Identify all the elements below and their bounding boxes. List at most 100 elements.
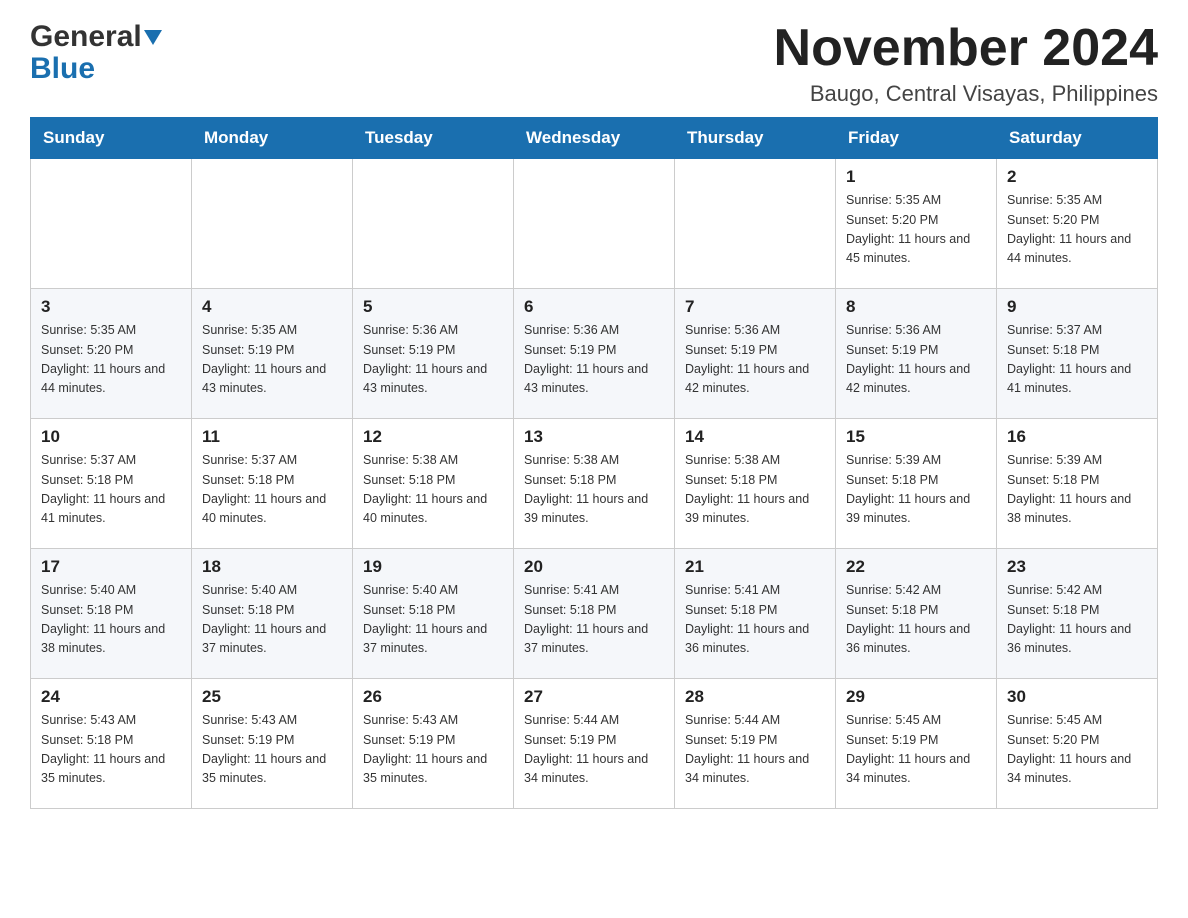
month-title: November 2024 xyxy=(774,20,1158,77)
day-info: Sunrise: 5:36 AMSunset: 5:19 PMDaylight:… xyxy=(685,321,825,399)
calendar-cell: 18 Sunrise: 5:40 AMSunset: 5:18 PMDayligh… xyxy=(192,549,353,679)
day-info: Sunrise: 5:43 AMSunset: 5:18 PMDaylight:… xyxy=(41,711,181,789)
day-info: Sunrise: 5:40 AMSunset: 5:18 PMDaylight:… xyxy=(363,581,503,659)
day-info: Sunrise: 5:36 AMSunset: 5:19 PMDaylight:… xyxy=(846,321,986,399)
day-number: 11 xyxy=(202,427,342,447)
day-info: Sunrise: 5:38 AMSunset: 5:18 PMDaylight:… xyxy=(685,451,825,529)
day-number: 16 xyxy=(1007,427,1147,447)
day-info: Sunrise: 5:35 AMSunset: 5:20 PMDaylight:… xyxy=(1007,191,1147,269)
day-info: Sunrise: 5:43 AMSunset: 5:19 PMDaylight:… xyxy=(363,711,503,789)
weekday-header-saturday: Saturday xyxy=(997,118,1158,159)
calendar-cell: 12 Sunrise: 5:38 AMSunset: 5:18 PMDayligh… xyxy=(353,419,514,549)
logo-arrow-icon xyxy=(144,30,162,45)
day-info: Sunrise: 5:38 AMSunset: 5:18 PMDaylight:… xyxy=(363,451,503,529)
calendar-cell: 27 Sunrise: 5:44 AMSunset: 5:19 PMDayligh… xyxy=(514,679,675,809)
calendar-cell xyxy=(514,159,675,289)
calendar-week-row: 10 Sunrise: 5:37 AMSunset: 5:18 PMDayligh… xyxy=(31,419,1158,549)
weekday-header-friday: Friday xyxy=(836,118,997,159)
day-info: Sunrise: 5:40 AMSunset: 5:18 PMDaylight:… xyxy=(202,581,342,659)
day-number: 2 xyxy=(1007,167,1147,187)
day-number: 25 xyxy=(202,687,342,707)
calendar-week-row: 24 Sunrise: 5:43 AMSunset: 5:18 PMDayligh… xyxy=(31,679,1158,809)
day-info: Sunrise: 5:36 AMSunset: 5:19 PMDaylight:… xyxy=(524,321,664,399)
calendar-cell: 17 Sunrise: 5:40 AMSunset: 5:18 PMDayligh… xyxy=(31,549,192,679)
day-number: 23 xyxy=(1007,557,1147,577)
day-number: 29 xyxy=(846,687,986,707)
calendar-cell: 5Sunrise: 5:36 AMSunset: 5:19 PMDaylight… xyxy=(353,289,514,419)
day-number: 15 xyxy=(846,427,986,447)
calendar-cell: 30 Sunrise: 5:45 AMSunset: 5:20 PMDayligh… xyxy=(997,679,1158,809)
day-info: Sunrise: 5:37 AMSunset: 5:18 PMDaylight:… xyxy=(202,451,342,529)
day-info: Sunrise: 5:40 AMSunset: 5:18 PMDaylight:… xyxy=(41,581,181,659)
calendar-cell: 19 Sunrise: 5:40 AMSunset: 5:18 PMDayligh… xyxy=(353,549,514,679)
page-header: General Blue November 2024 Baugo, Centra… xyxy=(30,20,1158,107)
calendar-cell: 29 Sunrise: 5:45 AMSunset: 5:19 PMDayligh… xyxy=(836,679,997,809)
day-number: 27 xyxy=(524,687,664,707)
day-number: 4 xyxy=(202,297,342,317)
calendar-cell: 22 Sunrise: 5:42 AMSunset: 5:18 PMDayligh… xyxy=(836,549,997,679)
calendar-table: SundayMondayTuesdayWednesdayThursdayFrid… xyxy=(30,117,1158,809)
calendar-cell xyxy=(31,159,192,289)
calendar-week-row: 17 Sunrise: 5:40 AMSunset: 5:18 PMDayligh… xyxy=(31,549,1158,679)
location-title: Baugo, Central Visayas, Philippines xyxy=(774,81,1158,107)
calendar-cell: 26 Sunrise: 5:43 AMSunset: 5:19 PMDayligh… xyxy=(353,679,514,809)
weekday-header-monday: Monday xyxy=(192,118,353,159)
calendar-week-row: 3Sunrise: 5:35 AMSunset: 5:20 PMDaylight… xyxy=(31,289,1158,419)
calendar-cell: 11 Sunrise: 5:37 AMSunset: 5:18 PMDayligh… xyxy=(192,419,353,549)
day-info: Sunrise: 5:35 AMSunset: 5:20 PMDaylight:… xyxy=(846,191,986,269)
calendar-week-row: 1 Sunrise: 5:35 AMSunset: 5:20 PMDaylight… xyxy=(31,159,1158,289)
weekday-header-sunday: Sunday xyxy=(31,118,192,159)
day-number: 6 xyxy=(524,297,664,317)
weekday-header-tuesday: Tuesday xyxy=(353,118,514,159)
weekday-header-row: SundayMondayTuesdayWednesdayThursdayFrid… xyxy=(31,118,1158,159)
day-number: 8 xyxy=(846,297,986,317)
calendar-cell: 10 Sunrise: 5:37 AMSunset: 5:18 PMDayligh… xyxy=(31,419,192,549)
day-number: 28 xyxy=(685,687,825,707)
calendar-cell: 15 Sunrise: 5:39 AMSunset: 5:18 PMDayligh… xyxy=(836,419,997,549)
day-number: 22 xyxy=(846,557,986,577)
day-number: 10 xyxy=(41,427,181,447)
title-section: November 2024 Baugo, Central Visayas, Ph… xyxy=(774,20,1158,107)
calendar-cell: 9Sunrise: 5:37 AMSunset: 5:18 PMDaylight… xyxy=(997,289,1158,419)
logo-general-text: General xyxy=(30,20,142,54)
day-number: 19 xyxy=(363,557,503,577)
calendar-cell: 2 Sunrise: 5:35 AMSunset: 5:20 PMDaylight… xyxy=(997,159,1158,289)
day-info: Sunrise: 5:42 AMSunset: 5:18 PMDaylight:… xyxy=(846,581,986,659)
calendar-cell: 20 Sunrise: 5:41 AMSunset: 5:18 PMDayligh… xyxy=(514,549,675,679)
calendar-cell: 25 Sunrise: 5:43 AMSunset: 5:19 PMDayligh… xyxy=(192,679,353,809)
calendar-cell: 8 Sunrise: 5:36 AMSunset: 5:19 PMDaylight… xyxy=(836,289,997,419)
logo: General Blue xyxy=(30,20,162,86)
day-info: Sunrise: 5:37 AMSunset: 5:18 PMDaylight:… xyxy=(41,451,181,529)
day-info: Sunrise: 5:41 AMSunset: 5:18 PMDaylight:… xyxy=(685,581,825,659)
day-number: 17 xyxy=(41,557,181,577)
day-info: Sunrise: 5:39 AMSunset: 5:18 PMDaylight:… xyxy=(846,451,986,529)
calendar-cell: 3Sunrise: 5:35 AMSunset: 5:20 PMDaylight… xyxy=(31,289,192,419)
day-number: 12 xyxy=(363,427,503,447)
weekday-header-thursday: Thursday xyxy=(675,118,836,159)
day-info: Sunrise: 5:44 AMSunset: 5:19 PMDaylight:… xyxy=(524,711,664,789)
day-number: 20 xyxy=(524,557,664,577)
weekday-header-wednesday: Wednesday xyxy=(514,118,675,159)
day-info: Sunrise: 5:35 AMSunset: 5:20 PMDaylight:… xyxy=(41,321,181,399)
logo-blue-text: Blue xyxy=(30,52,95,86)
day-info: Sunrise: 5:45 AMSunset: 5:20 PMDaylight:… xyxy=(1007,711,1147,789)
day-info: Sunrise: 5:38 AMSunset: 5:18 PMDaylight:… xyxy=(524,451,664,529)
calendar-cell: 13Sunrise: 5:38 AMSunset: 5:18 PMDayligh… xyxy=(514,419,675,549)
day-number: 26 xyxy=(363,687,503,707)
calendar-cell xyxy=(675,159,836,289)
calendar-cell: 7Sunrise: 5:36 AMSunset: 5:19 PMDaylight… xyxy=(675,289,836,419)
day-info: Sunrise: 5:43 AMSunset: 5:19 PMDaylight:… xyxy=(202,711,342,789)
day-info: Sunrise: 5:42 AMSunset: 5:18 PMDaylight:… xyxy=(1007,581,1147,659)
day-number: 30 xyxy=(1007,687,1147,707)
day-number: 24 xyxy=(41,687,181,707)
day-info: Sunrise: 5:45 AMSunset: 5:19 PMDaylight:… xyxy=(846,711,986,789)
calendar-cell: 6 Sunrise: 5:36 AMSunset: 5:19 PMDaylight… xyxy=(514,289,675,419)
calendar-cell xyxy=(192,159,353,289)
day-number: 18 xyxy=(202,557,342,577)
day-number: 14 xyxy=(685,427,825,447)
calendar-cell xyxy=(353,159,514,289)
calendar-cell: 24 Sunrise: 5:43 AMSunset: 5:18 PMDayligh… xyxy=(31,679,192,809)
day-info: Sunrise: 5:41 AMSunset: 5:18 PMDaylight:… xyxy=(524,581,664,659)
day-number: 1 xyxy=(846,167,986,187)
day-info: Sunrise: 5:35 AMSunset: 5:19 PMDaylight:… xyxy=(202,321,342,399)
